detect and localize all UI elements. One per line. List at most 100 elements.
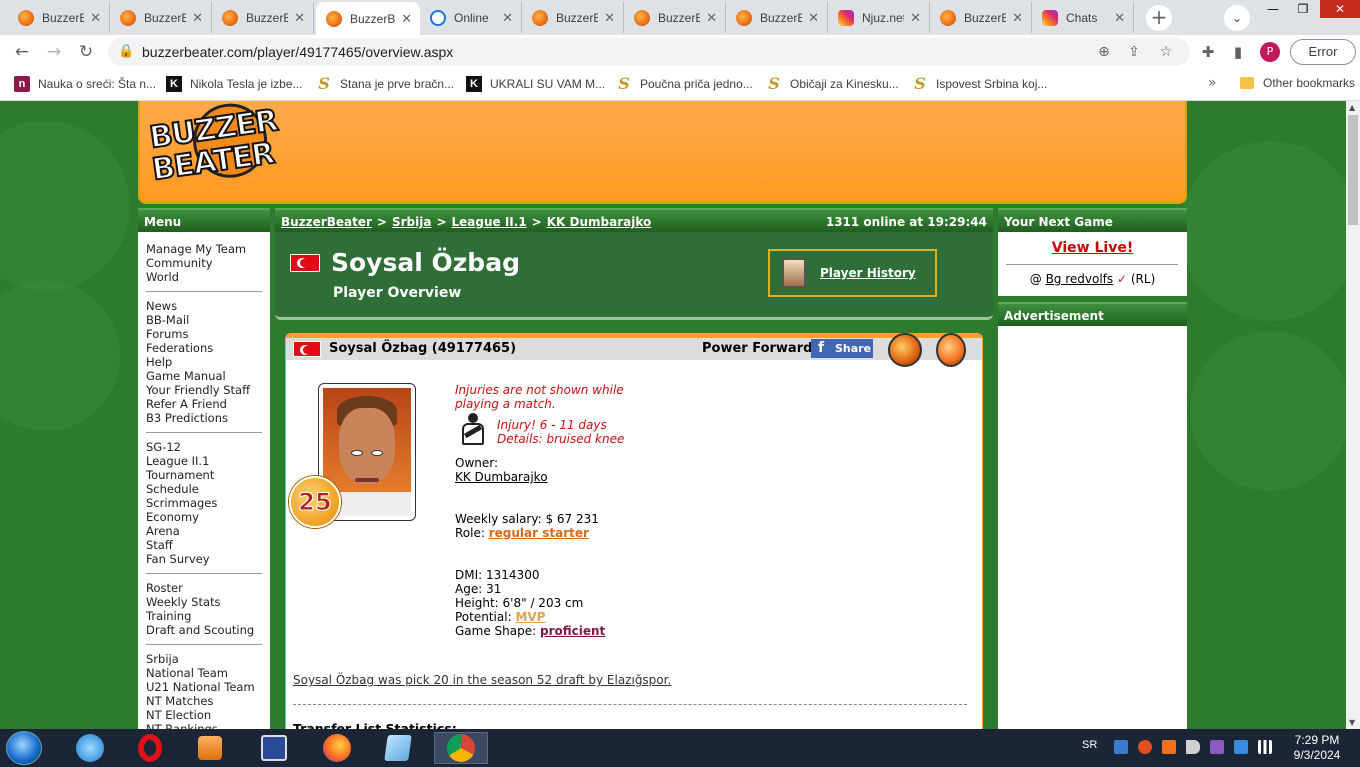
menu-item[interactable]: Your Friendly Staff: [146, 383, 270, 397]
flame-ball-icon[interactable]: [936, 333, 966, 367]
extensions-icon[interactable]: ✚: [1196, 40, 1220, 64]
menu-item[interactable]: Manage My Team: [146, 242, 270, 256]
bookmark-item[interactable]: K Nikola Tesla je izbe...: [166, 76, 303, 92]
close-tab-icon[interactable]: ✕: [1114, 10, 1125, 26]
chrome-icon[interactable]: [434, 732, 488, 764]
game-shape-link[interactable]: proficient: [540, 624, 605, 638]
menu-item[interactable]: Help: [146, 355, 270, 369]
menu-item[interactable]: League II.1: [146, 454, 270, 468]
close-tab-icon[interactable]: ✕: [1012, 10, 1023, 26]
browser-tab[interactable]: BuzzerBeater ✕: [316, 2, 420, 35]
bookmark-item[interactable]: S Ispovest Srbina koj...: [912, 76, 1047, 92]
browser-tab[interactable]: Njuz.net ✕: [828, 2, 930, 33]
clock[interactable]: 7:29 PM 9/3/2024: [1282, 733, 1352, 763]
menu-item[interactable]: Game Manual: [146, 369, 270, 383]
buzzerbeater-logo[interactable]: BUZZER BEATER: [142, 101, 280, 201]
player-history-link[interactable]: Player History: [820, 266, 916, 280]
menu-item[interactable]: Scrimmages: [146, 496, 270, 510]
opponent-link[interactable]: Bg redvolfs: [1046, 272, 1114, 286]
bookmark-item[interactable]: n Nauka o sreći: Šta n...: [14, 76, 156, 92]
facebook-share-button[interactable]: Share: [811, 339, 873, 358]
tools-tray-icon[interactable]: [1162, 740, 1176, 754]
player-history-box[interactable]: Player History: [768, 249, 937, 297]
menu-item[interactable]: NT Matches: [146, 694, 270, 708]
reload-button[interactable]: ↻: [74, 40, 98, 64]
menu-item[interactable]: Tournament: [146, 468, 270, 482]
close-tab-icon[interactable]: ✕: [401, 11, 412, 27]
browser-tab[interactable]: BuzzerBeater ✕: [8, 2, 110, 33]
close-tab-icon[interactable]: ✕: [90, 10, 101, 26]
view-live-link[interactable]: View Live!: [998, 240, 1187, 256]
menu-item[interactable]: Community: [146, 256, 270, 270]
menu-item[interactable]: BB-Mail: [146, 313, 270, 327]
browser-tab[interactable]: BuzzerBeater ✕: [110, 2, 212, 33]
breadcrumb-link[interactable]: League II.1: [452, 215, 527, 229]
zoom-icon[interactable]: ⊕: [1094, 42, 1114, 62]
breadcrumb-link[interactable]: KK Dumbarajko: [547, 215, 652, 229]
menu-item[interactable]: U21 National Team: [146, 680, 270, 694]
bookmark-star-icon[interactable]: ☆: [1156, 42, 1176, 62]
role-link[interactable]: regular starter: [489, 526, 589, 540]
new-tab-button[interactable]: +: [1146, 5, 1172, 31]
tab-search-button[interactable]: ⌄: [1224, 5, 1250, 31]
close-tab-icon[interactable]: ✕: [706, 10, 717, 26]
close-tab-icon[interactable]: ✕: [910, 10, 921, 26]
browser-tab[interactable]: BuzzerBeater ✕: [726, 2, 828, 33]
signal-icon[interactable]: [1258, 740, 1272, 754]
close-tab-icon[interactable]: ✕: [192, 10, 203, 26]
menu-item[interactable]: Arena: [146, 524, 270, 538]
menu-item[interactable]: Draft and Scouting: [146, 623, 270, 637]
browser-tab[interactable]: BuzzerBeater ✕: [624, 2, 726, 33]
save-disk-icon[interactable]: [252, 732, 296, 764]
menu-item[interactable]: News: [146, 299, 270, 313]
browser-tab[interactable]: Chats ✕: [1032, 2, 1134, 33]
menu-item[interactable]: Fan Survey: [146, 552, 270, 566]
back-button[interactable]: ←: [10, 40, 34, 64]
bookmark-item[interactable]: S Poučna priča jedno...: [616, 76, 753, 92]
network-tray-icon[interactable]: [1114, 740, 1128, 754]
owner-link[interactable]: KK Dumbarajko: [455, 470, 548, 484]
address-bar[interactable]: 🔒 buzzerbeater.com/player/49177465/overv…: [108, 38, 1190, 66]
scroll-down-icon[interactable]: ▼: [1349, 718, 1355, 727]
media-player-icon[interactable]: [188, 732, 232, 764]
close-window-button[interactable]: ✕: [1320, 0, 1360, 18]
scrollbar-thumb[interactable]: [1348, 115, 1358, 225]
browser-tab[interactable]: BuzzerBeater ✕: [522, 2, 624, 33]
page-scrollbar[interactable]: ▲ ▼: [1346, 101, 1360, 729]
forward-button[interactable]: →: [42, 40, 66, 64]
close-tab-icon[interactable]: ✕: [808, 10, 819, 26]
volume-icon[interactable]: [1186, 740, 1200, 754]
menu-item[interactable]: Roster: [146, 581, 270, 595]
menu-item[interactable]: Economy: [146, 510, 270, 524]
maximize-button[interactable]: ❐: [1288, 0, 1318, 18]
browser-tab[interactable]: Online ✕: [420, 2, 522, 33]
browser-tab[interactable]: BuzzerBeater ✕: [212, 2, 314, 33]
notepad-icon[interactable]: [376, 732, 420, 764]
menu-item[interactable]: Training: [146, 609, 270, 623]
opera-icon[interactable]: [128, 732, 172, 764]
pen-tray-icon[interactable]: [1210, 740, 1224, 754]
bookmarks-overflow-icon[interactable]: »: [1208, 75, 1217, 91]
windows-tray-icon[interactable]: [1234, 740, 1248, 754]
spartan-helmet-icon[interactable]: [888, 333, 922, 367]
side-panel-icon[interactable]: ▮: [1226, 40, 1250, 64]
close-tab-icon[interactable]: ✕: [502, 10, 513, 26]
minimize-button[interactable]: —: [1258, 0, 1288, 18]
profile-avatar[interactable]: P: [1260, 42, 1280, 62]
menu-item[interactable]: Weekly Stats: [146, 595, 270, 609]
bookmark-item[interactable]: K UKRALI SU VAM M...: [466, 76, 605, 92]
error-button[interactable]: Error: [1290, 39, 1356, 65]
potential-link[interactable]: MVP: [515, 610, 545, 624]
scroll-up-icon[interactable]: ▲: [1349, 103, 1355, 112]
menu-item[interactable]: SG-12: [146, 440, 270, 454]
avast-tray-icon[interactable]: [1138, 740, 1152, 754]
menu-item[interactable]: Srbija: [146, 652, 270, 666]
menu-item[interactable]: Refer A Friend: [146, 397, 270, 411]
menu-item[interactable]: B3 Predictions: [146, 411, 270, 425]
menu-item[interactable]: Schedule: [146, 482, 270, 496]
browser-tab[interactable]: BuzzerBeater ✕: [930, 2, 1032, 33]
close-tab-icon[interactable]: ✕: [604, 10, 615, 26]
close-tab-icon[interactable]: ✕: [294, 10, 305, 26]
firefox-icon[interactable]: [315, 732, 359, 764]
breadcrumb-link[interactable]: Srbija: [392, 215, 431, 229]
